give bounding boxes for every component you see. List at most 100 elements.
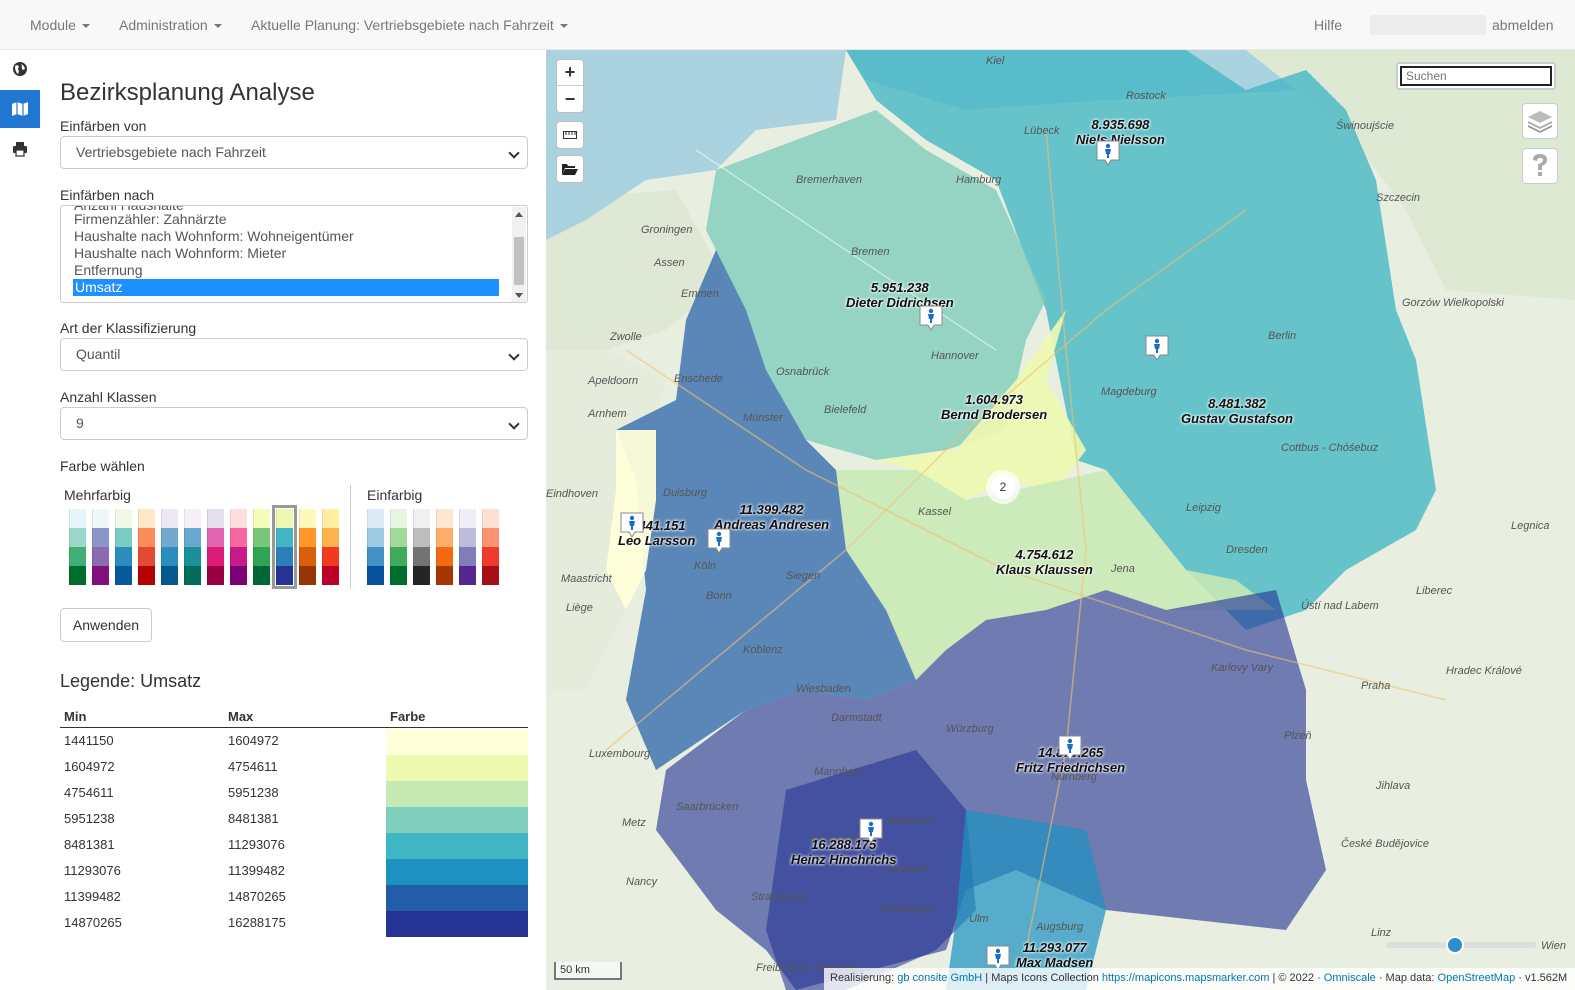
palette-singlecolor[interactable]: [482, 509, 499, 585]
rail-globe-button[interactable]: [0, 50, 40, 88]
city-label: Reutlingen: [882, 903, 935, 915]
palette-swatch: [161, 547, 178, 557]
palette-multicolor[interactable]: [161, 509, 178, 585]
legend-color-swatch: [386, 729, 528, 755]
city-label: Bonn: [706, 590, 732, 602]
classification-select[interactable]: Quantil: [60, 338, 528, 371]
city-label: Zwolle: [610, 331, 642, 343]
person-marker-icon[interactable]: [620, 512, 644, 538]
color-by-listbox[interactable]: Anzahl Haushalte Firmenzähler: Zahnärzte…: [60, 205, 528, 303]
apply-button[interactable]: Anwenden: [60, 608, 152, 642]
palette-swatch: [115, 509, 132, 519]
person-marker-icon[interactable]: [707, 528, 731, 554]
territory-label: 11.293.077 Max Madsen: [1016, 940, 1093, 970]
person-marker-icon[interactable]: [1096, 140, 1120, 166]
nav-logout-link[interactable]: abmelden: [1492, 0, 1554, 50]
listbox-item[interactable]: Haushalte nach Wohnform: Wohneigentümer: [74, 228, 354, 245]
scale-bar: 50 km: [554, 962, 622, 980]
palette-singlecolor[interactable]: [367, 509, 384, 585]
city-label: Arnhem: [588, 408, 627, 420]
slider-knob[interactable]: [1446, 936, 1464, 954]
palette-multicolor[interactable]: [69, 509, 86, 585]
palette-singlecolor[interactable]: [436, 509, 453, 585]
city-label: Szczecin: [1376, 192, 1421, 204]
listbox-item[interactable]: Entfernung: [74, 262, 143, 279]
scroll-down-icon[interactable]: [515, 293, 523, 298]
city-label: Lübeck: [1024, 125, 1060, 137]
rail-map-button[interactable]: [0, 90, 40, 128]
marker-cluster[interactable]: 2: [986, 470, 1020, 504]
listbox-item[interactable]: Firmenzähler: Zahnärzte: [74, 211, 227, 228]
open-file-button[interactable]: [556, 155, 584, 183]
territory-value: 8.481.382: [1208, 396, 1266, 411]
city-label: Apeldoorn: [588, 375, 639, 387]
territory-name: Fritz Friedrichsen: [1016, 760, 1126, 775]
help-button[interactable]: [1522, 148, 1558, 184]
palette-swatch: [459, 528, 476, 538]
person-marker-icon[interactable]: [1058, 735, 1082, 761]
city-label: Wiesbaden: [796, 683, 851, 695]
palette-swatch: [459, 537, 476, 547]
city-label: Assen: [654, 257, 685, 269]
attribution-link[interactable]: OpenStreetMap: [1438, 972, 1516, 984]
palette-singlecolor[interactable]: [413, 509, 430, 585]
palette-singlecolor[interactable]: [459, 509, 476, 585]
legend-min: 1604972: [64, 759, 115, 774]
listbox-scrollbar[interactable]: [512, 207, 526, 302]
palette-multicolor[interactable]: [92, 509, 109, 585]
zoom-out-button[interactable]: −: [557, 86, 583, 112]
person-marker-icon[interactable]: [919, 305, 943, 331]
city-label: Bremen: [851, 246, 890, 258]
opacity-slider[interactable]: [1386, 936, 1536, 954]
legend-color-swatch: [386, 781, 528, 807]
nav-module-dropdown[interactable]: Module: [30, 0, 90, 50]
listbox-item-selected[interactable]: Umsatz: [73, 279, 499, 296]
palette-swatch: [390, 556, 407, 566]
color-from-label: Einfärben von: [60, 118, 147, 134]
rail-print-button[interactable]: [0, 130, 40, 168]
person-marker-icon[interactable]: [859, 818, 883, 844]
palette-multicolor[interactable]: [230, 509, 247, 585]
city-label: Praha: [1361, 680, 1391, 692]
palette-swatch: [390, 547, 407, 557]
attribution-link[interactable]: gb consite GmbH: [897, 972, 982, 984]
scroll-up-icon[interactable]: [515, 212, 523, 217]
territory-value: 11.399.482: [739, 502, 804, 517]
palette-multicolor[interactable]: [322, 509, 339, 585]
palette-multicolor[interactable]: [184, 509, 201, 585]
scrollbar-thumb[interactable]: [514, 237, 524, 285]
palette-multicolor[interactable]: [138, 509, 155, 585]
measure-button[interactable]: [556, 121, 584, 149]
palette-swatch: [459, 575, 476, 585]
nav-planning-dropdown[interactable]: Aktuelle Planung: Vertriebsgebiete nach …: [251, 0, 568, 50]
person-marker-icon[interactable]: [1145, 335, 1169, 361]
palette-swatch: [482, 547, 499, 557]
palette-singlecolor[interactable]: [390, 509, 407, 585]
city-label: Emmen: [681, 288, 719, 300]
nav-help-link[interactable]: Hilfe: [1314, 0, 1342, 50]
layers-button[interactable]: [1522, 103, 1558, 139]
chevron-down-icon: [508, 147, 520, 159]
legend-max: 4754611: [228, 759, 278, 774]
attribution-link[interactable]: Omniscale: [1324, 972, 1376, 984]
singlecolor-label: Einfarbig: [367, 487, 423, 503]
territory-name: Niels Nielsson: [1076, 132, 1165, 147]
city-label: Bielefeld: [824, 404, 867, 416]
attribution-link[interactable]: https://mapicons.mapsmarker.com: [1102, 972, 1270, 984]
palette-swatch: [482, 537, 499, 547]
city-label: Cottbus - Chóśebuz: [1281, 442, 1379, 454]
nav-administration-dropdown[interactable]: Administration: [119, 0, 222, 50]
palette-swatch: [322, 547, 339, 557]
listbox-item[interactable]: Haushalte nach Wohnform: Mieter: [74, 245, 286, 262]
palette-multicolor[interactable]: [207, 509, 224, 585]
palette-multicolor[interactable]: [115, 509, 132, 585]
palette-multicolor[interactable]: [299, 509, 316, 585]
map-search-input[interactable]: [1400, 66, 1552, 86]
palette-multicolor[interactable]: [253, 509, 270, 585]
color-from-select[interactable]: Vertriebsgebiete nach Fahrzeit: [60, 136, 528, 169]
city-label: Legnica: [1511, 520, 1550, 532]
palette-swatch: [482, 566, 499, 576]
zoom-in-button[interactable]: +: [557, 60, 583, 86]
classes-select[interactable]: 9: [60, 407, 528, 440]
map-view[interactable]: Kiel Rostock Lübeck Hamburg Świnoujście Szcze…: [546, 50, 1575, 990]
